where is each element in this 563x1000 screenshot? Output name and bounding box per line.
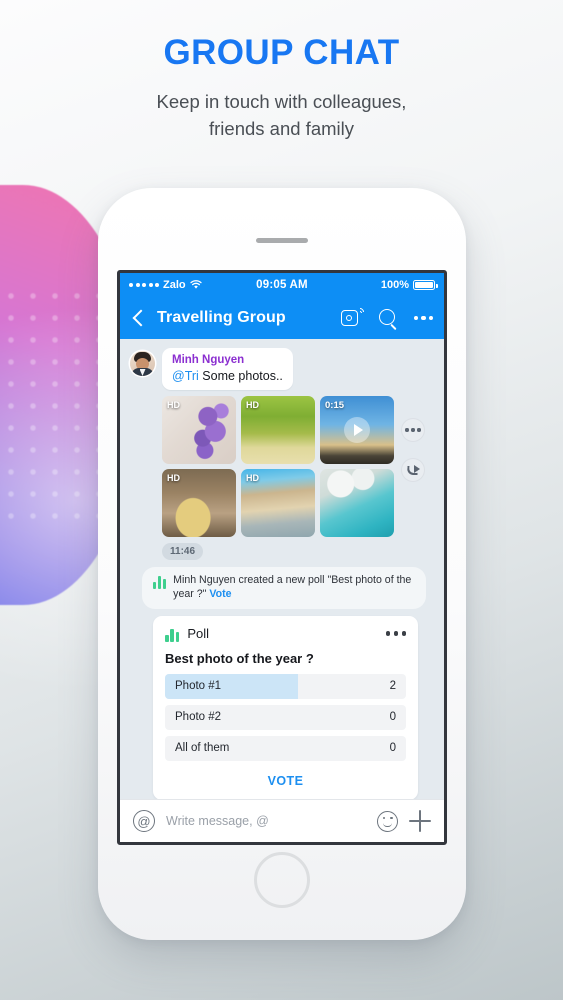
status-bar: Zalo 09:05 AM 100% [120, 273, 444, 297]
poll-label: Poll [187, 626, 210, 642]
wifi-icon [189, 280, 202, 289]
battery-icon [413, 280, 438, 290]
subtitle-line-1: Keep in touch with colleagues, [156, 91, 407, 112]
more-icon[interactable] [401, 418, 425, 442]
media-thumbnail[interactable]: HD [241, 396, 315, 464]
play-icon[interactable] [344, 417, 370, 443]
hd-badge: HD [246, 400, 259, 410]
signal-dots-icon [129, 283, 159, 287]
poll-card-header: Poll [165, 626, 406, 642]
hd-badge: HD [246, 473, 259, 483]
chat-area[interactable]: Minh Nguyen @Tri Some photos.. HD HD 0:1… [120, 339, 444, 805]
message-bubble[interactable]: Minh Nguyen @Tri Some photos.. [162, 348, 293, 390]
nav-actions [340, 306, 433, 328]
photo-grid: HD HD 0:15 HD HD [162, 396, 394, 537]
avatar[interactable] [130, 351, 155, 376]
promo-headline: GROUP CHAT Keep in touch with colleagues… [0, 33, 563, 143]
hd-badge: HD [167, 473, 180, 483]
phone-home-button[interactable] [254, 852, 310, 908]
media-thumbnail[interactable]: HD [162, 469, 236, 537]
message-text: @Tri Some photos.. [172, 369, 283, 383]
poll-option[interactable]: Photo #2 0 [165, 704, 406, 730]
live-camera-icon[interactable] [340, 306, 366, 328]
more-icon[interactable] [385, 631, 406, 636]
battery-percent-label: 100% [380, 279, 410, 291]
phone-speaker-grille [256, 238, 308, 243]
add-attachment-icon[interactable] [409, 810, 431, 832]
mention-tag[interactable]: @Tri [172, 369, 199, 383]
poll-option-label: Photo #1 [175, 680, 222, 693]
phone-screen: Zalo 09:05 AM 100% Travelling Group Minh… [117, 270, 447, 845]
media-side-actions [401, 396, 425, 482]
emoji-icon[interactable] [377, 810, 398, 832]
poll-option-label: Photo #2 [175, 711, 222, 724]
page-subtitle: Keep in touch with colleagues, friends a… [0, 89, 563, 143]
media-thumbnail[interactable]: HD [162, 396, 236, 464]
subtitle-line-2: friends and family [209, 117, 354, 139]
video-duration-badge: 0:15 [325, 400, 345, 411]
poll-option[interactable]: Photo #1 2 [165, 673, 406, 699]
poll-bars-icon [153, 575, 167, 589]
system-message-text: Minh Nguyen created a new poll "Best pho… [173, 573, 413, 602]
search-icon[interactable] [378, 308, 398, 328]
message-sender-name: Minh Nguyen [172, 354, 245, 366]
nav-bar: Travelling Group [120, 297, 444, 339]
back-chevron-icon[interactable] [131, 307, 147, 329]
share-icon[interactable] [401, 458, 425, 482]
status-bar-right: 100% [308, 279, 438, 291]
carrier-label: Zalo [163, 279, 186, 291]
poll-option[interactable]: All of them 0 [165, 735, 406, 761]
more-icon[interactable] [413, 315, 433, 321]
phone-mockup: Zalo 09:05 AM 100% Travelling Group Minh… [98, 188, 466, 940]
poll-card: Poll Best photo of the year ? Photo #1 2… [153, 615, 418, 800]
poll-option-count: 2 [389, 680, 396, 693]
page-title: GROUP CHAT [163, 33, 400, 72]
vote-button[interactable]: VOTE [165, 767, 406, 796]
message-body: Some photos.. [198, 369, 283, 383]
hd-badge: HD [167, 400, 180, 410]
media-thumbnail-video[interactable]: 0:15 [320, 396, 394, 464]
poll-option-count: 0 [389, 711, 396, 724]
media-thumbnail[interactable]: HD [241, 469, 315, 537]
mention-icon[interactable]: @ [133, 810, 155, 832]
message-input[interactable]: Write message, @ [166, 814, 366, 828]
vote-link[interactable]: Vote [209, 588, 231, 600]
status-bar-left: Zalo [129, 279, 256, 291]
media-attachment-group: HD HD 0:15 HD HD [130, 396, 434, 537]
poll-option-count: 0 [389, 742, 396, 755]
poll-bars-icon [165, 628, 180, 642]
system-message[interactable]: Minh Nguyen created a new poll "Best pho… [142, 567, 426, 609]
poll-option-label: All of them [175, 742, 230, 755]
message-row: Minh Nguyen @Tri Some photos.. [130, 348, 434, 390]
poll-question: Best photo of the year ? [165, 650, 314, 666]
status-bar-time: 09:05 AM [256, 279, 308, 291]
media-thumbnail[interactable] [320, 469, 394, 537]
message-composer: @ Write message, @ [120, 799, 444, 842]
conversation-title: Travelling Group [157, 309, 286, 326]
message-timestamp: 11:46 [162, 543, 204, 560]
